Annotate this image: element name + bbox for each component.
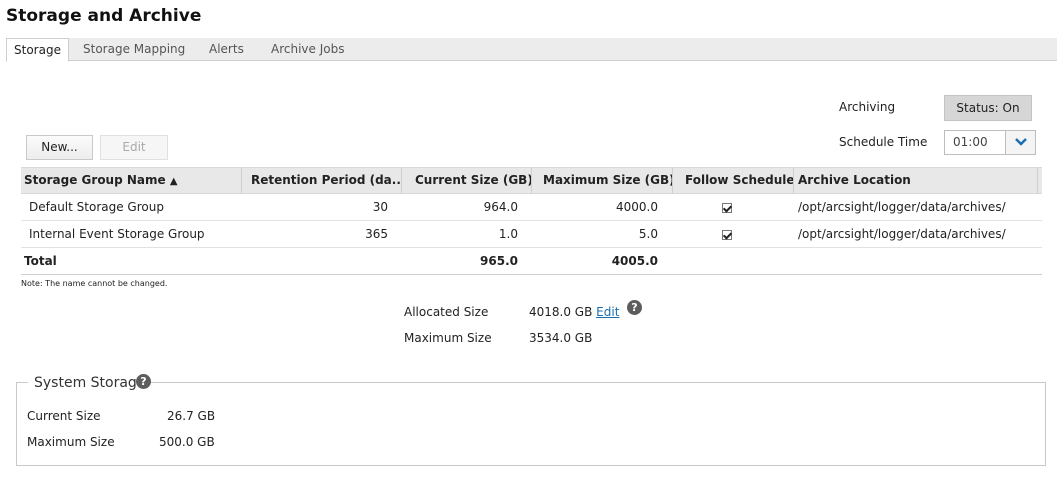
sort-ascending-icon: ▲	[169, 176, 178, 187]
schedule-time-value: 01:00	[953, 135, 988, 149]
follow-schedule-checkbox[interactable]	[722, 202, 732, 213]
tab-storage[interactable]: Storage	[6, 38, 69, 62]
column-header-retention-period[interactable]: Retention Period (da...	[242, 168, 402, 194]
schedule-time-select[interactable]: 01:00	[944, 130, 1036, 155]
table-row[interactable]: Default Storage Group 30 964.0 4000.0 /o…	[21, 194, 1042, 221]
cell-current-size: 964.0	[483, 200, 518, 214]
edit-button[interactable]: Edit	[100, 135, 168, 160]
column-header-maximum-size[interactable]: Maximum Size (GB)	[532, 168, 673, 194]
cell-retention: 365	[365, 227, 388, 241]
column-header-storage-group-name[interactable]: Storage Group Name ▲	[21, 168, 242, 194]
total-current-size: 965.0	[480, 254, 518, 268]
schedule-time-label: Schedule Time	[839, 135, 928, 149]
system-current-size-value: 26.7 GB	[167, 409, 216, 423]
tab-storage-mapping[interactable]: Storage Mapping	[76, 38, 192, 61]
system-maximum-size-value: 500.0 GB	[159, 435, 215, 449]
cell-maximum-size: 5.0	[638, 227, 658, 241]
allocated-size-value-wrap: 4018.0 GB Edit	[529, 305, 619, 319]
archiving-status-button[interactable]: Status: On	[944, 95, 1032, 121]
tab-archive-jobs[interactable]: Archive Jobs	[264, 38, 351, 61]
follow-schedule-checkbox[interactable]	[722, 229, 732, 240]
column-header-follow-schedule[interactable]: Follow Schedule	[673, 168, 794, 194]
table-header: Storage Group Name ▲ Retention Period (d…	[21, 167, 1042, 194]
cell-follow-schedule	[673, 221, 781, 247]
help-icon[interactable]: ?	[627, 300, 642, 315]
column-header-archive-location[interactable]: Archive Location	[794, 168, 1038, 194]
table-total-row: Total 965.0 4005.0	[21, 248, 1042, 275]
system-maximum-size-label: Maximum Size	[27, 435, 115, 449]
new-button[interactable]: New...	[26, 135, 93, 160]
tab-alerts[interactable]: Alerts	[202, 38, 251, 61]
storage-groups-table: Storage Group Name ▲ Retention Period (d…	[21, 167, 1042, 275]
edit-allocation-link[interactable]: Edit	[596, 305, 619, 319]
cell-archive-location: /opt/arcsight/logger/data/archives/	[798, 200, 1006, 214]
table-row[interactable]: Internal Event Storage Group 365 1.0 5.0…	[21, 221, 1042, 248]
total-label: Total	[24, 254, 57, 268]
column-header-current-size[interactable]: Current Size (GB)	[402, 168, 532, 194]
cell-archive-location: /opt/arcsight/logger/data/archives/	[798, 227, 1006, 241]
tab-bar: Storage Storage Mapping Alerts Archive J…	[6, 38, 1057, 62]
allocated-size-value: 4018.0 GB	[529, 305, 593, 319]
cell-follow-schedule	[673, 194, 781, 220]
maximum-size-label: Maximum Size	[404, 331, 492, 345]
page-title: Storage and Archive	[6, 6, 202, 26]
cell-name: Default Storage Group	[29, 200, 164, 214]
cell-name: Internal Event Storage Group	[29, 227, 205, 241]
system-storage-panel: System Storage ? Current Size 26.7 GB Ma…	[16, 373, 1046, 466]
system-storage-title: System Storage	[34, 375, 146, 391]
allocated-size-label: Allocated Size	[404, 305, 489, 319]
cell-maximum-size: 4000.0	[616, 200, 658, 214]
maximum-size-value: 3534.0 GB	[529, 331, 593, 345]
system-current-size-label: Current Size	[27, 409, 101, 423]
cell-retention: 30	[372, 200, 388, 214]
help-icon[interactable]: ?	[136, 374, 151, 389]
total-maximum-size: 4005.0	[611, 254, 658, 268]
chevron-down-icon[interactable]	[1005, 131, 1035, 154]
system-storage-legend: System Storage	[28, 373, 152, 393]
cell-current-size: 1.0	[498, 227, 518, 241]
column-header-label: Storage Group Name	[24, 173, 166, 187]
archiving-label: Archiving	[839, 100, 896, 114]
note-text: Note: The name cannot be changed.	[21, 279, 168, 288]
